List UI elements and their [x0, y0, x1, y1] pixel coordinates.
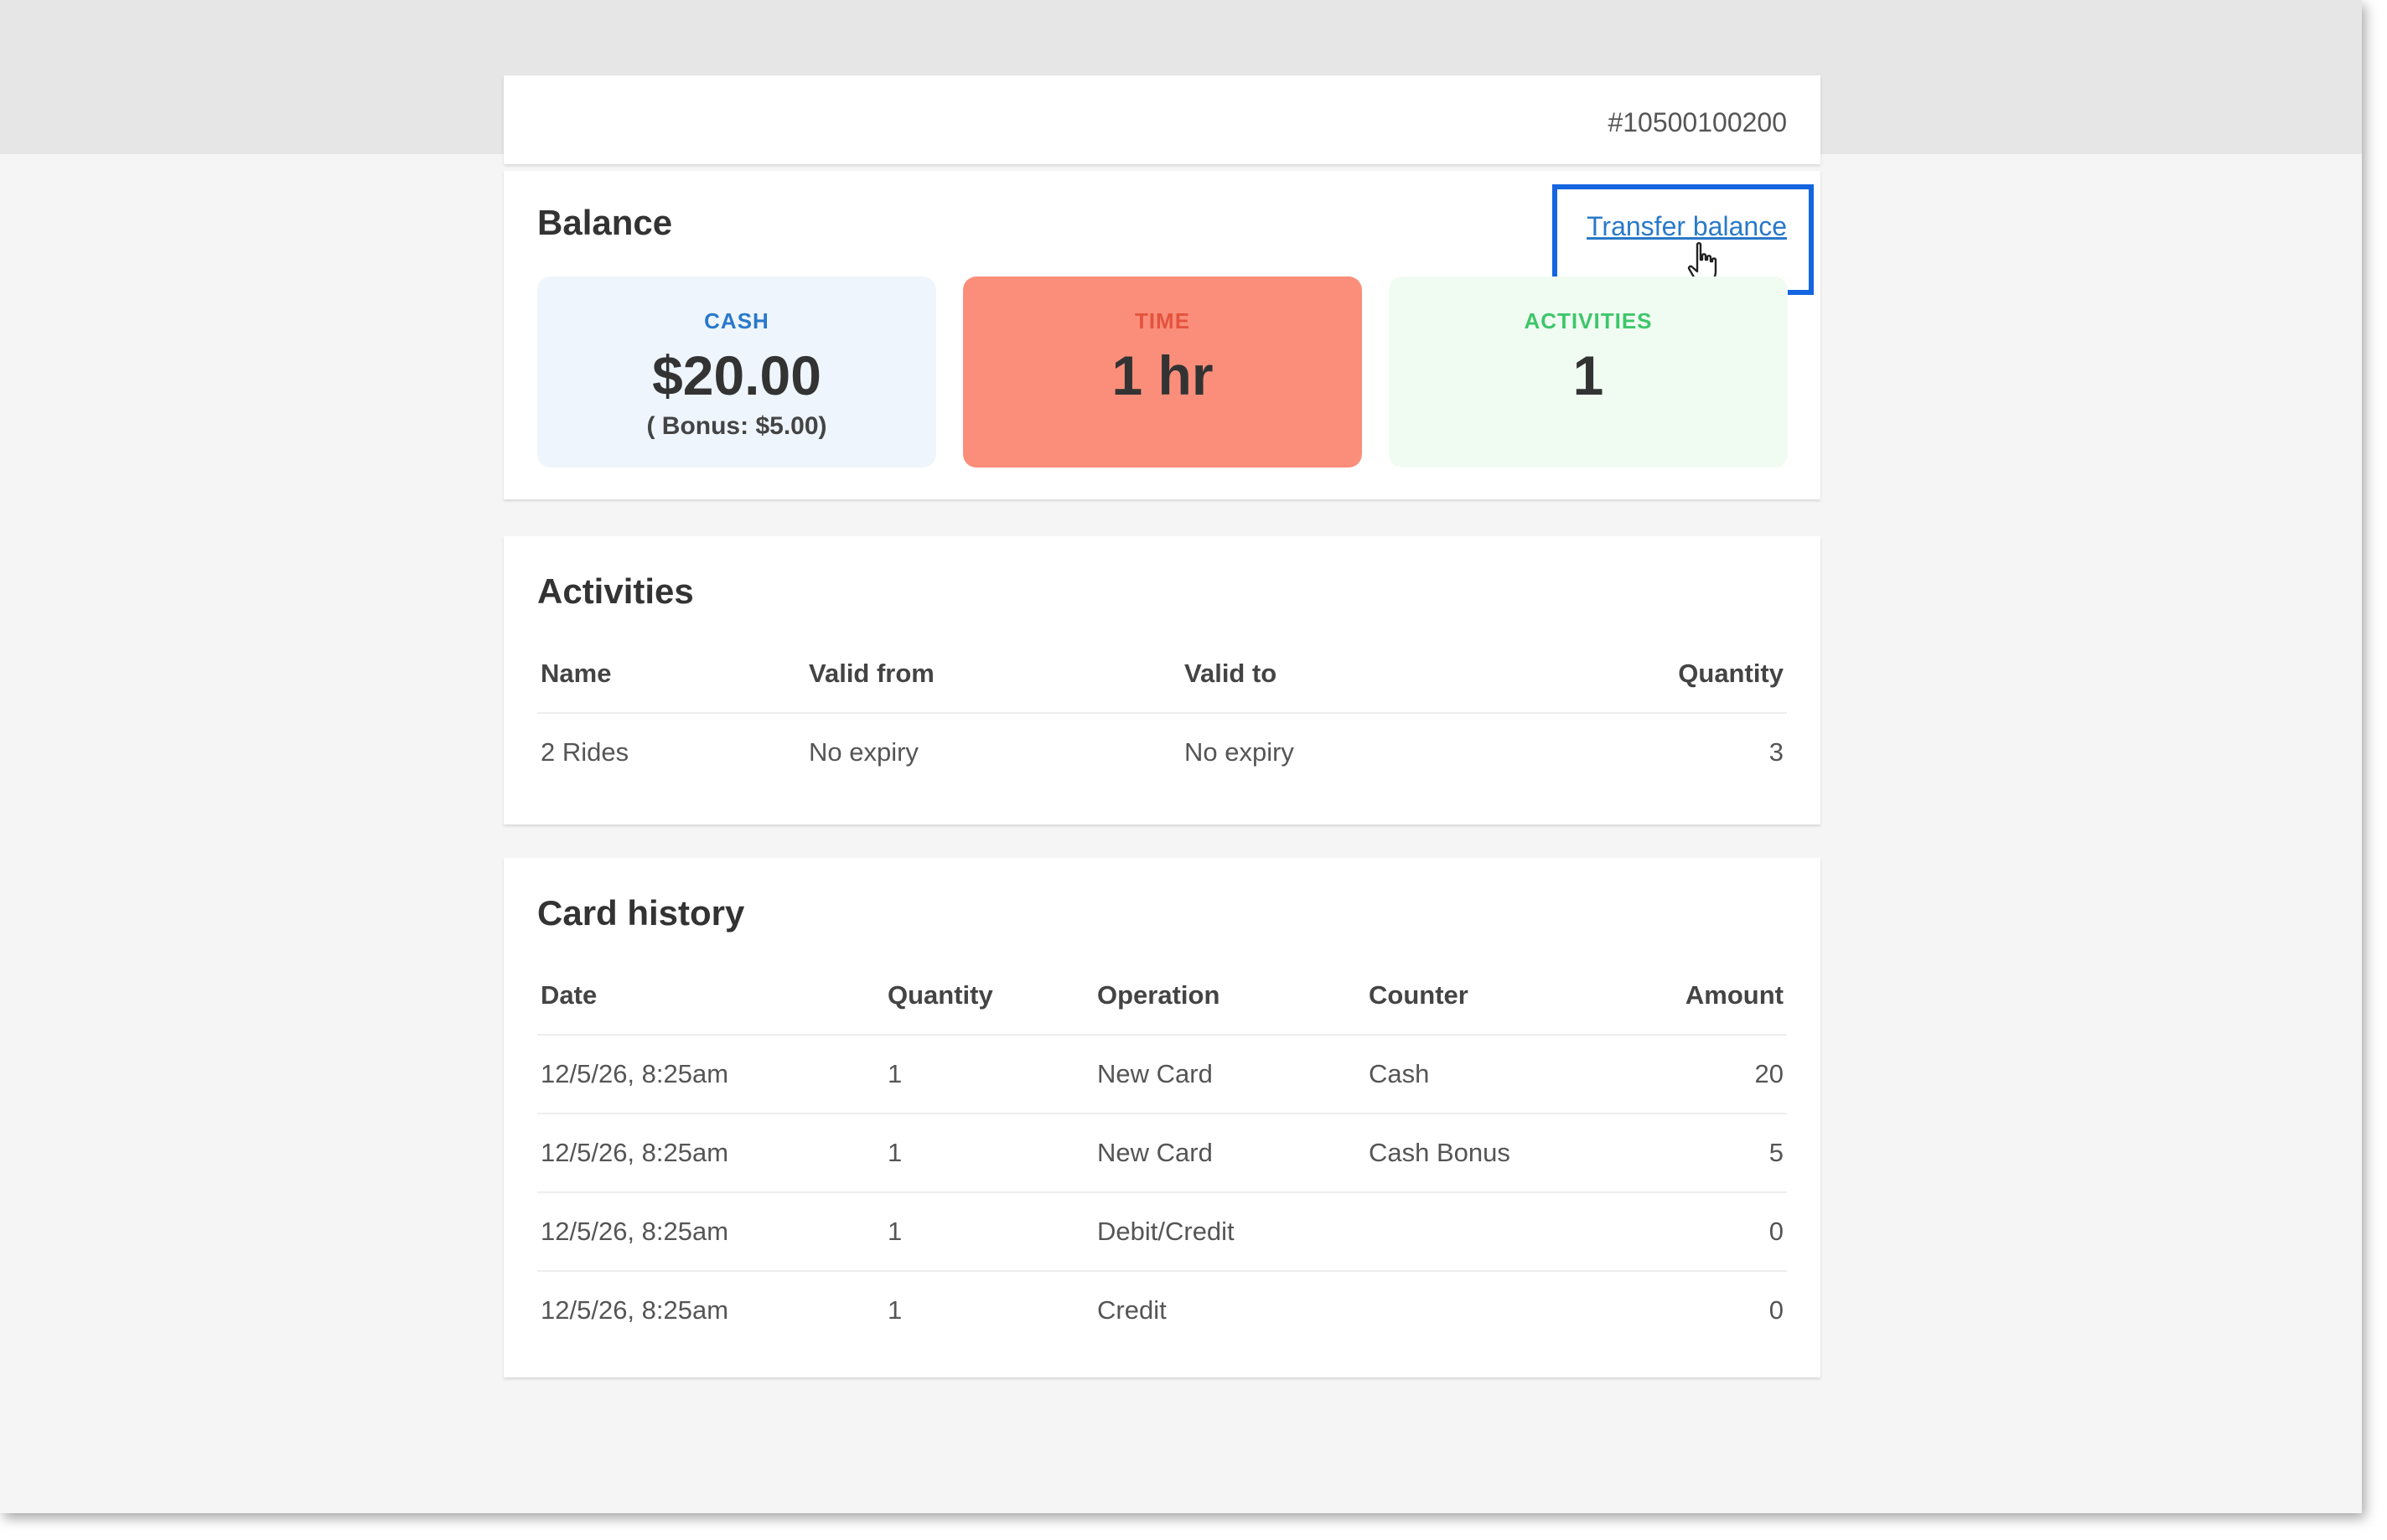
- card-number: #10500100200: [1608, 107, 1787, 137]
- activities-title: Activities: [537, 571, 694, 611]
- column-header: Quantity: [884, 957, 1094, 1036]
- table-cell: 12/5/26, 8:25am: [537, 1035, 884, 1114]
- table-cell: [1365, 1192, 1608, 1272]
- column-header: Valid from: [805, 635, 1181, 714]
- table-header-row: Date Quantity Operation Counter Amount: [537, 957, 1787, 1036]
- card-history-table: Date Quantity Operation Counter Amount 1…: [537, 957, 1787, 1349]
- table-cell: Cash: [1365, 1035, 1608, 1114]
- column-header: Quantity: [1533, 635, 1787, 714]
- table-cell: 0: [1608, 1192, 1787, 1272]
- table-cell: No expiry: [1184, 737, 1294, 767]
- column-header: Valid to: [1181, 635, 1533, 714]
- activities-tile: ACTIVITIES 1: [1389, 276, 1788, 468]
- table-cell: [1365, 1271, 1608, 1349]
- table-cell: 3: [1768, 737, 1784, 767]
- table-cell: No expiry: [809, 737, 919, 767]
- table-row: 12/5/26, 8:25am 1 Debit/Credit 0: [537, 1192, 1787, 1272]
- balance-title: Balance: [537, 203, 673, 242]
- table-cell: 12/5/26, 8:25am: [537, 1192, 884, 1272]
- column-header: Amount: [1608, 957, 1787, 1036]
- table-cell: 1: [888, 1295, 903, 1325]
- cash-tile: CASH $20.00 ( Bonus: $5.00): [537, 276, 936, 468]
- table-row: 12/5/26, 8:25am 1 New Card Cash 20: [537, 1035, 1787, 1114]
- card-history-title: Card history: [537, 893, 745, 933]
- table-header-row: Name Valid from Valid to Quantity: [537, 635, 1787, 714]
- cash-bonus: ( Bonus: $5.00): [646, 412, 827, 440]
- table-cell: 5: [1608, 1114, 1787, 1193]
- table-row: 12/5/26, 8:25am 1 New Card Cash Bonus 5: [537, 1114, 1787, 1193]
- time-tile: TIME 1 hr: [963, 276, 1362, 468]
- table-row: 2 Rides No expiry No expiry 3: [537, 713, 1787, 791]
- activities-label: ACTIVITIES: [1524, 308, 1653, 333]
- time-label: TIME: [1134, 308, 1191, 333]
- table-cell: 1: [884, 1192, 1094, 1272]
- table-cell: 2 Rides: [541, 737, 629, 767]
- activities-panel: Activities Name Valid from Valid to Quan…: [504, 536, 1820, 824]
- table-cell: 1: [884, 1114, 1094, 1193]
- app-window: #10500100200 Balance Transfer balance CA…: [0, 0, 2362, 1513]
- table-cell: 0: [1768, 1295, 1784, 1325]
- table-cell: 12/5/26, 8:25am: [537, 1114, 884, 1193]
- column-header: Name: [537, 635, 805, 714]
- table-cell: Cash Bonus: [1365, 1114, 1608, 1193]
- table-cell: 1: [884, 1035, 1094, 1114]
- table-cell: Credit: [1097, 1295, 1167, 1325]
- column-header: Counter: [1365, 957, 1608, 1036]
- table-cell: 12/5/26, 8:25am: [541, 1295, 729, 1325]
- cash-label: CASH: [704, 308, 769, 333]
- time-value: 1 hr: [1111, 344, 1214, 406]
- card-history-panel: Card history Date Quantity Operation Cou…: [504, 858, 1820, 1377]
- balance-panel: Balance Transfer balance CASH $20.00 ( B…: [504, 171, 1820, 499]
- table-cell: New Card: [1094, 1114, 1365, 1193]
- column-header: Operation: [1094, 957, 1365, 1036]
- column-header: Date: [537, 957, 884, 1036]
- table-cell: Debit/Credit: [1094, 1192, 1365, 1272]
- table-cell: 20: [1608, 1035, 1787, 1114]
- table-row: 12/5/26, 8:25am 1 Credit 0: [537, 1271, 1787, 1349]
- table-cell: New Card: [1094, 1035, 1365, 1114]
- activities-table: Name Valid from Valid to Quantity 2 Ride…: [537, 635, 1787, 791]
- cash-value: $20.00: [652, 344, 821, 406]
- activities-value: 1: [1572, 344, 1604, 406]
- card-id-panel: #10500100200: [504, 75, 1820, 164]
